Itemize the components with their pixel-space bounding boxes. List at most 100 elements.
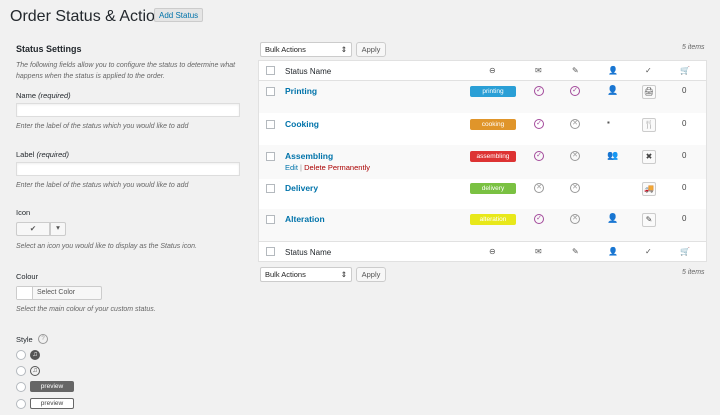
x-circle-icon: ✕	[570, 119, 580, 129]
check-icon: ✓	[645, 247, 652, 256]
delete-permanently-link[interactable]: Delete Permanently	[304, 163, 370, 172]
status-name-link[interactable]: Delivery	[285, 183, 318, 193]
status-name-link[interactable]: Cooking	[285, 119, 319, 129]
x-circle-icon: ✕	[570, 151, 580, 161]
icon-select-button[interactable]: ✔	[16, 222, 50, 236]
row-actions: Edit | Delete Permanently	[285, 163, 370, 172]
colour-swatch	[17, 287, 33, 299]
apply-button-bottom[interactable]: Apply	[356, 267, 386, 282]
id-card-icon: ▪	[607, 118, 610, 127]
mail-icon: ✉	[535, 247, 542, 256]
row-checkbox[interactable]	[266, 87, 275, 96]
person-icon: 👤	[607, 85, 619, 95]
table-row: Delivery delivery ✕ ✕ 🚚 0	[259, 179, 706, 209]
table-row: Printing printing ✓ ✓ 👤 🖨 0	[259, 81, 706, 113]
check-circle-icon: ✓	[534, 151, 544, 161]
pencil-icon: ✎	[572, 247, 579, 256]
name-help: Enter the label of the status which you …	[16, 123, 189, 130]
check-circle-icon: ✓	[534, 214, 544, 224]
style-radio-2[interactable]	[16, 366, 26, 376]
x-circle-icon: ✕	[534, 183, 544, 193]
group-icon: 👥	[607, 150, 619, 160]
status-table: Status Name ⊖ ✉ ✎ 👤 ✓ 🛒 Printing printin…	[258, 60, 707, 262]
action-separator: |	[300, 163, 302, 172]
style-radio-1[interactable]	[16, 350, 26, 360]
order-count: 0	[682, 151, 687, 160]
order-count: 0	[682, 183, 687, 192]
table-row: Assembling Edit | Delete Permanently ass…	[259, 145, 706, 179]
colour-picker[interactable]: Select Color	[16, 286, 102, 300]
label-input[interactable]	[16, 162, 240, 176]
minus-circle-icon: ⊖	[489, 66, 496, 75]
order-count: 0	[682, 86, 687, 95]
cart-icon: 🛒	[680, 247, 690, 256]
bulk-actions-select-bottom[interactable]: Bulk Actions ⇕	[260, 267, 352, 282]
order-count: 0	[682, 119, 687, 128]
mail-icon: ✉	[535, 66, 542, 75]
help-icon: ?	[38, 334, 48, 344]
select-color-label: Select Color	[37, 289, 76, 296]
checkmark-icon: ✔	[29, 224, 37, 233]
label-help: Enter the label of the status which you …	[16, 182, 189, 189]
icon-help: Select an icon you would like to display…	[16, 243, 197, 250]
check-circle-icon: ✓	[570, 86, 580, 96]
pencil-icon[interactable]: ✎	[642, 213, 656, 227]
select-all-checkbox[interactable]	[266, 247, 275, 256]
add-status-button[interactable]: Add Status	[154, 8, 204, 22]
settings-intro: The following fields allow you to config…	[16, 62, 236, 80]
style-preview-filled: preview	[30, 381, 74, 392]
status-badge: alteration	[470, 214, 516, 225]
status-name-link[interactable]: Printing	[285, 86, 317, 96]
status-badge: cooking	[470, 119, 516, 130]
cart-icon: 🛒	[680, 66, 690, 75]
x-circle-icon: ✕	[570, 214, 580, 224]
row-checkbox[interactable]	[266, 152, 275, 161]
colour-help: Select the main colour of your custom st…	[16, 306, 156, 313]
check-icon: ✓	[645, 66, 652, 75]
apply-button-top[interactable]: Apply	[356, 42, 386, 57]
person-icon: 👤	[608, 66, 618, 75]
truck-icon[interactable]: 🚚	[642, 182, 656, 196]
label-label: Label (required)	[16, 150, 69, 159]
select-all-checkbox[interactable]	[266, 66, 275, 75]
table-row: Alteration alteration ✓ ✕ 👤 ✎ 0	[259, 209, 706, 241]
table-header: Status Name ⊖ ✉ ✎ 👤 ✓ 🛒	[259, 61, 706, 81]
status-badge: assembling	[470, 151, 516, 162]
name-input[interactable]	[16, 103, 240, 117]
select-arrows-icon: ⇕	[340, 270, 347, 279]
style-radio-3[interactable]	[16, 382, 26, 392]
select-arrows-icon: ⇕	[340, 45, 347, 54]
row-checkbox[interactable]	[266, 120, 275, 129]
music-icon: ♫	[30, 350, 40, 360]
col-status-name[interactable]: Status Name	[285, 67, 331, 76]
person-icon: 👤	[608, 247, 618, 256]
icon-dropdown-button[interactable]: ▾	[50, 222, 66, 236]
music-outline-icon: ♫	[30, 366, 40, 376]
col-status-name[interactable]: Status Name	[285, 248, 331, 257]
status-badge: printing	[470, 86, 516, 97]
page-title: Order Status & Actions	[10, 8, 172, 25]
status-name-link[interactable]: Assembling	[285, 151, 333, 161]
bulk-actions-select-top[interactable]: Bulk Actions ⇕	[260, 42, 352, 57]
colour-label: Colour	[16, 272, 39, 281]
item-count-top: 5 items	[682, 44, 705, 51]
pencil-icon: ✎	[572, 66, 579, 75]
fork-knife-icon[interactable]: 🍴	[642, 118, 656, 132]
printer-icon[interactable]: 🖨	[642, 85, 656, 99]
row-checkbox[interactable]	[266, 184, 275, 193]
check-circle-icon: ✓	[534, 119, 544, 129]
status-name-link[interactable]: Alteration	[285, 214, 325, 224]
item-count-bottom: 5 items	[682, 269, 705, 276]
icon-label: Icon	[16, 208, 31, 217]
tools-icon[interactable]: ✖	[642, 150, 656, 164]
x-circle-icon: ✕	[570, 183, 580, 193]
order-count: 0	[682, 214, 687, 223]
edit-link[interactable]: Edit	[285, 163, 298, 172]
style-radio-4[interactable]	[16, 399, 26, 409]
minus-circle-icon: ⊖	[489, 247, 496, 256]
name-label: Name (required)	[16, 91, 71, 100]
style-label: Style	[16, 335, 33, 344]
row-checkbox[interactable]	[266, 215, 275, 224]
check-circle-icon: ✓	[534, 86, 544, 96]
style-preview-outline: preview	[30, 398, 74, 409]
